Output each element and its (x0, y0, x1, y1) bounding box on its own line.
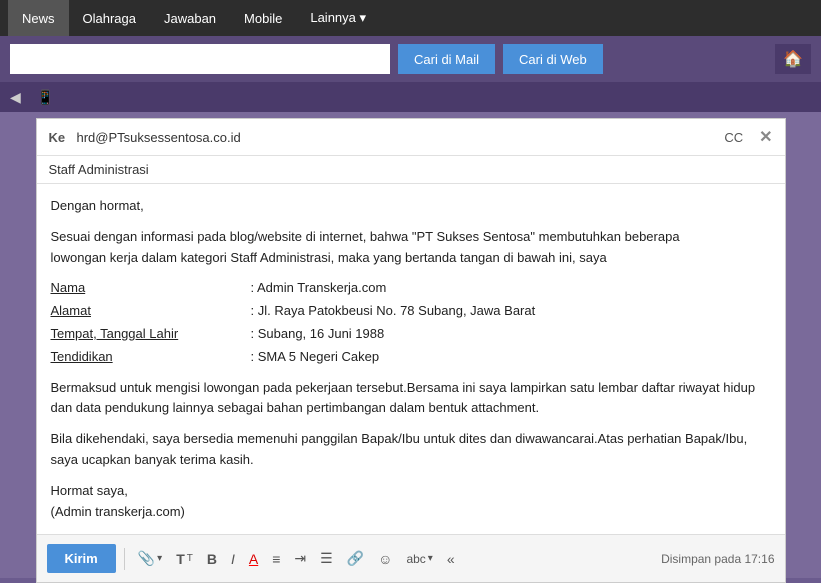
label-ttl: Tempat, Tanggal Lahir (51, 324, 251, 345)
link-icon: 🔗 (347, 550, 364, 567)
body-para3: Bila dikehendaki, saya bersedia memenuhi… (51, 429, 771, 471)
info-row-pendidikan: Tendidikan : SMA 5 Negeri Cakep (51, 347, 771, 368)
secondary-bar: ◀ 📱 (0, 82, 821, 112)
text-format-button[interactable]: T T (171, 549, 198, 569)
value-alamat: : Jl. Raya Patokbeusi No. 78 Subang, Jaw… (251, 301, 536, 322)
italic-button[interactable]: I (226, 549, 240, 569)
send-button[interactable]: Kirim (47, 544, 116, 573)
label-alamat: Alamat (51, 301, 251, 322)
search-web-button[interactable]: Cari di Web (503, 44, 603, 74)
attach-icon: 📎 (138, 550, 155, 567)
search-mail-button[interactable]: Cari di Mail (398, 44, 495, 74)
info-row-ttl: Tempat, Tanggal Lahir : Subang, 16 Juni … (51, 324, 771, 345)
home-button[interactable]: 🏠 (775, 44, 811, 74)
mobile-icon[interactable]: 📱 (37, 89, 54, 106)
indent-button[interactable]: ⇥ (289, 548, 311, 569)
emoji-button[interactable]: ☺ (373, 549, 397, 569)
nav-item-news[interactable]: News (8, 0, 69, 36)
close-compose-button[interactable]: ✕ (759, 127, 772, 147)
body-hormat: Hormat saya, (51, 481, 771, 502)
email-compose-window: Ke hrd@PTsuksessentosa.co.id CC ✕ Staff … (36, 118, 786, 583)
body-intro: Sesuai dengan informasi pada blog/websit… (51, 227, 771, 269)
nav-item-jawaban[interactable]: Jawaban (150, 0, 230, 36)
text-icon: T (176, 551, 185, 567)
color-icon: A (249, 551, 258, 567)
value-ttl: : Subang, 16 Juni 1988 (251, 324, 385, 345)
compose-to-row: Ke hrd@PTsuksessentosa.co.id CC ✕ (37, 119, 785, 156)
align-icon: ☰ (320, 550, 333, 567)
emoji-icon: ☺ (378, 551, 392, 567)
value-pendidikan: : SMA 5 Negeri Cakep (251, 347, 380, 368)
spell-arrow: ▾ (428, 553, 433, 564)
to-label: Ke (49, 130, 69, 145)
cc-label: CC (724, 130, 743, 145)
search-bar: Cari di Mail Cari di Web 🏠 (0, 36, 821, 82)
to-email-address: hrd@PTsuksessentosa.co.id (77, 130, 717, 145)
body-sign: (Admin transkerja.com) (51, 502, 771, 523)
list-button[interactable]: ≡ (267, 549, 285, 569)
nav-item-lainnya[interactable]: Lainnya ▾ (296, 0, 380, 36)
list-icon: ≡ (272, 551, 280, 567)
more-button[interactable]: « (442, 549, 460, 569)
link-button[interactable]: 🔗 (342, 548, 369, 569)
info-row-nama: Nama : Admin Transkerja.com (51, 278, 771, 299)
bold-button[interactable]: B (202, 549, 222, 569)
value-nama: : Admin Transkerja.com (251, 278, 387, 299)
align-button[interactable]: ☰ (315, 548, 338, 569)
toolbar-separator-1 (124, 548, 125, 570)
color-button[interactable]: A (244, 549, 263, 569)
label-pendidikan: Tendidikan (51, 347, 251, 368)
attach-arrow: ▾ (157, 553, 162, 564)
nav-item-olahraga[interactable]: Olahraga (69, 0, 150, 36)
compose-toolbar: Kirim 📎 ▾ T T B I A ≡ ⇥ (37, 534, 785, 582)
back-icon[interactable]: ◀ (10, 89, 21, 106)
bold-icon: B (207, 551, 217, 567)
nav-item-mobile[interactable]: Mobile (230, 0, 296, 36)
text-arrow: T (187, 553, 193, 564)
body-greeting: Dengan hormat, (51, 196, 771, 217)
spell-icon: abc (406, 552, 425, 566)
body-para2: Bermaksud untuk mengisi lowongan pada pe… (51, 378, 771, 420)
italic-icon: I (231, 551, 235, 567)
nav-bar: News Olahraga Jawaban Mobile Lainnya ▾ (0, 0, 821, 36)
spell-button[interactable]: abc ▾ (401, 550, 437, 568)
search-input[interactable] (10, 44, 390, 74)
more-icon: « (447, 551, 455, 567)
compose-body[interactable]: Dengan hormat, Sesuai dengan informasi p… (37, 184, 785, 534)
info-row-alamat: Alamat : Jl. Raya Patokbeusi No. 78 Suba… (51, 301, 771, 322)
compose-subject: Staff Administrasi (37, 156, 785, 184)
indent-icon: ⇥ (294, 550, 306, 567)
label-nama: Nama (51, 278, 251, 299)
saved-status: Disimpan pada 17:16 (661, 552, 774, 566)
attach-button[interactable]: 📎 ▾ (133, 548, 167, 569)
